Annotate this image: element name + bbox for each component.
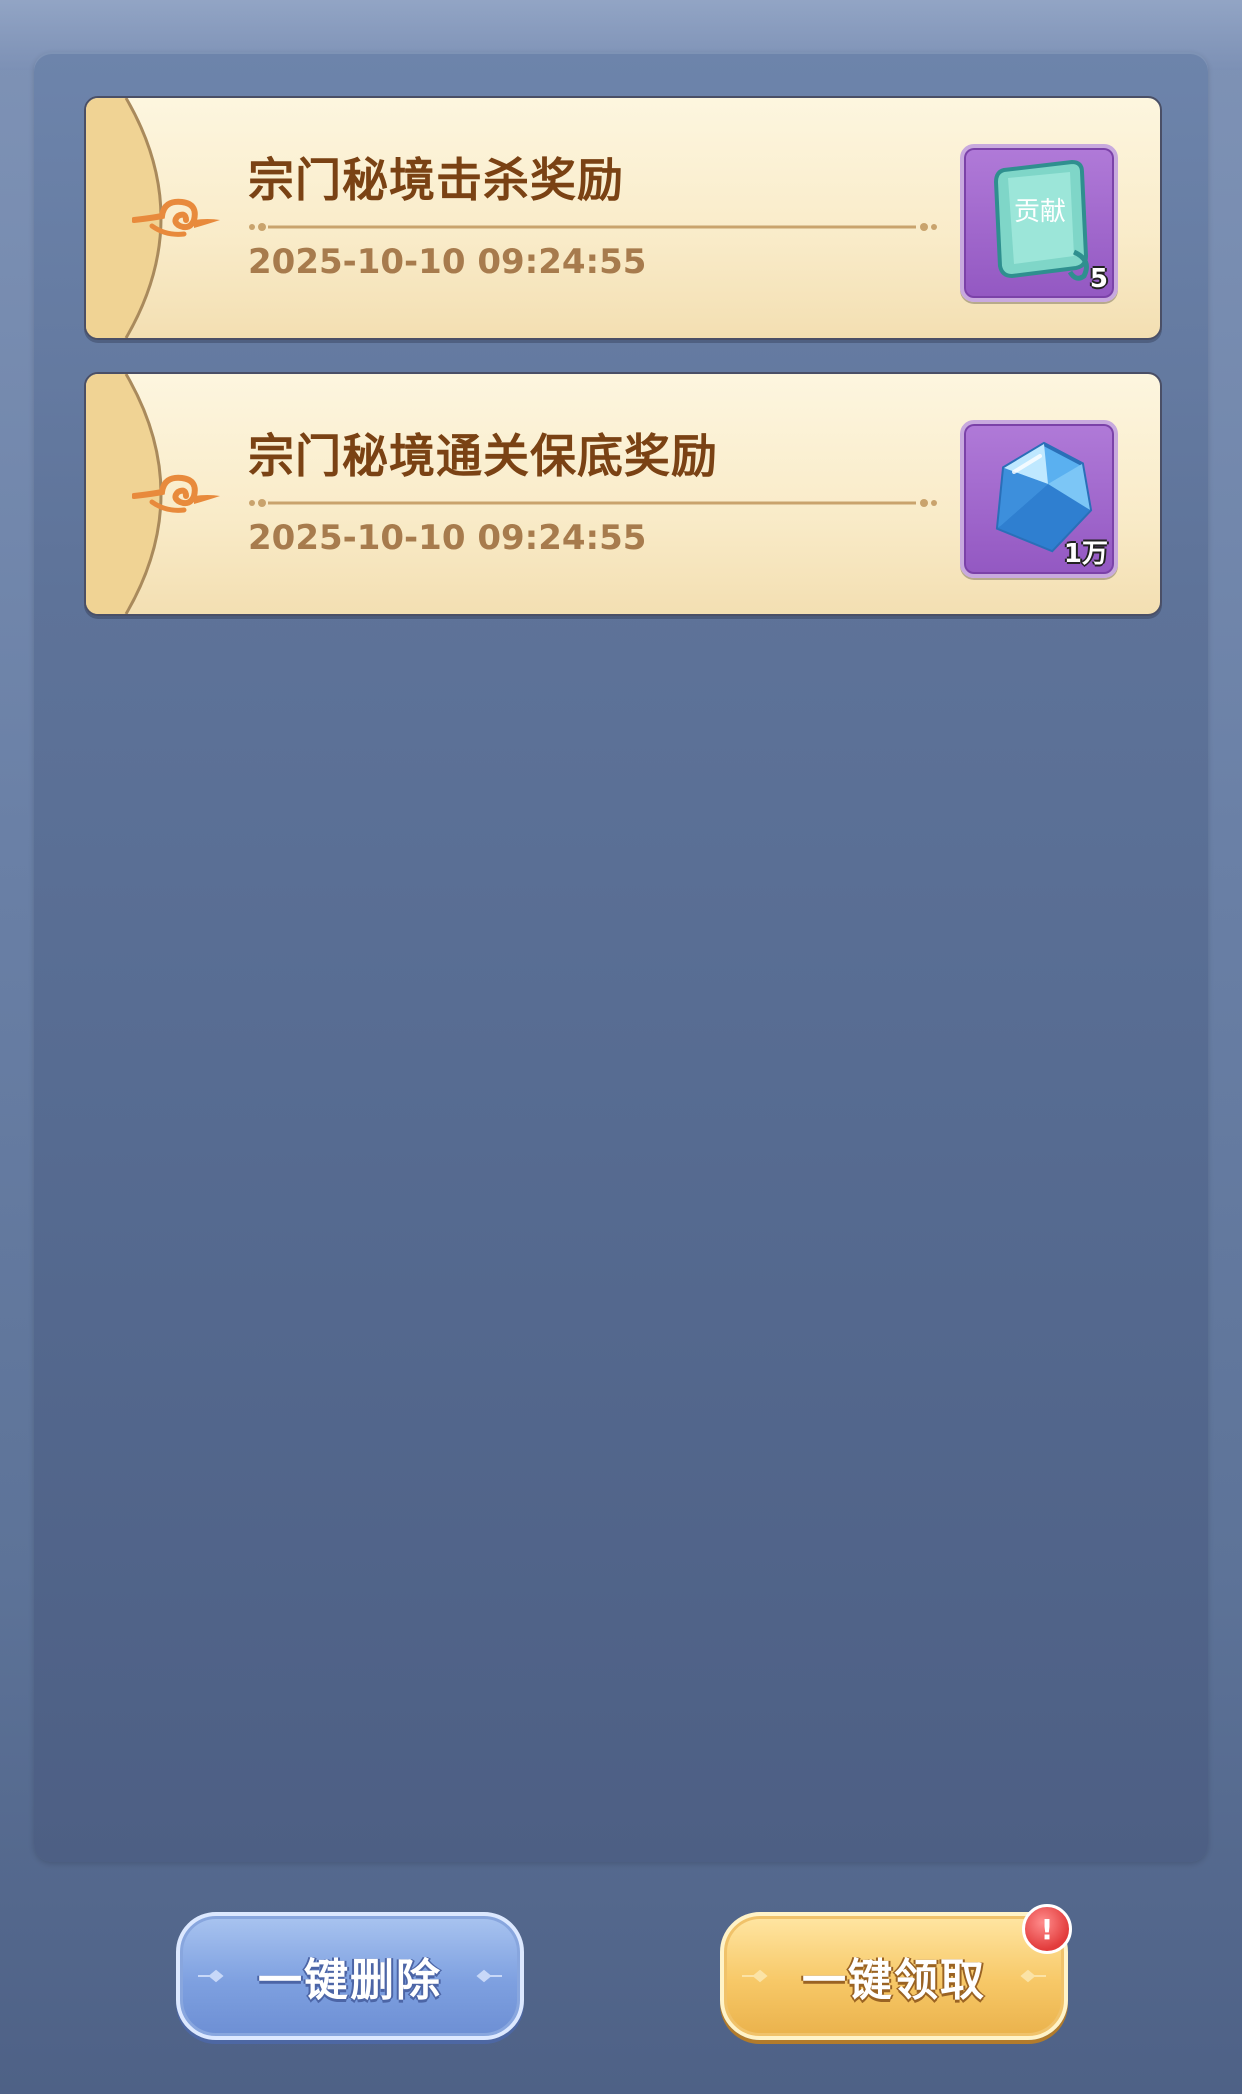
contribution-token-icon: 贡献 [993, 159, 1089, 281]
delete-all-button[interactable]: 一键删除 [176, 1912, 524, 2040]
mail-item[interactable]: 宗门秘境通关保底奖励 2025-10-10 09:24:55 1万 [84, 372, 1162, 616]
cloud-swirl-icon [132, 198, 220, 237]
button-ornament-icon [198, 1969, 224, 1983]
cloud-swirl-icon [132, 474, 220, 513]
reward-item-slot[interactable]: 1万 [960, 420, 1118, 578]
button-ornament-icon [742, 1969, 768, 1983]
mail-item[interactable]: 宗门秘境击杀奖励 2025-10-10 09:24:55 贡献 5 [84, 96, 1162, 340]
mail-title: 宗门秘境通关保底奖励 [248, 429, 718, 483]
token-label: 贡献 [1014, 197, 1066, 227]
title-divider [248, 218, 938, 231]
mail-timestamp: 2025-10-10 09:24:55 [248, 518, 647, 558]
title-divider [248, 494, 938, 507]
reward-count: 1万 [1063, 539, 1108, 569]
claim-all-label: 一键领取 [802, 1955, 986, 2006]
button-ornament-icon [1020, 1969, 1046, 1983]
mail-timestamp: 2025-10-10 09:24:55 [248, 242, 647, 282]
claim-all-button[interactable]: 一键领取 [720, 1912, 1068, 2040]
notification-badge: ! [1022, 1904, 1072, 1954]
delete-all-label: 一键删除 [258, 1955, 442, 2006]
mail-title: 宗门秘境击杀奖励 [248, 153, 624, 207]
reward-item-slot[interactable]: 贡献 5 [960, 144, 1118, 302]
reward-count: 5 [1089, 264, 1108, 294]
button-ornament-icon [476, 1969, 502, 1983]
